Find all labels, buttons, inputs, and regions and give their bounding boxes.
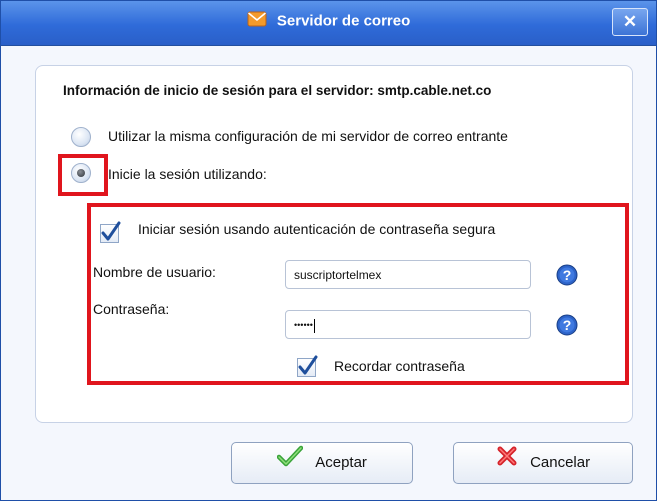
checkmark-icon <box>101 221 121 241</box>
password-field[interactable]: •••••• <box>285 310 531 339</box>
username-field[interactable]: suscriptortelmex <box>285 260 531 289</box>
svg-text:?: ? <box>563 317 572 333</box>
title-wrap: Servidor de correo <box>1 11 656 31</box>
window-title: Servidor de correo <box>276 12 411 30</box>
radio-selected-dot <box>77 169 85 177</box>
checkmark-icon <box>298 355 318 375</box>
password-label: Contraseña: <box>93 301 170 317</box>
dialog-window: Servidor de correo ✕ Información de inic… <box>0 0 657 501</box>
svg-text:?: ? <box>563 267 572 283</box>
secure-auth-text: Iniciar sesión usando autenticación de c… <box>138 221 496 237</box>
server-heading: Información de inicio de sesión para el … <box>63 83 492 98</box>
cross-icon <box>496 443 518 483</box>
secure-auth-label[interactable]: Iniciar sesión usando autenticación de c… <box>138 221 495 237</box>
checkmark-icon <box>276 443 304 483</box>
password-value: •••••• <box>294 320 313 330</box>
remember-password-label[interactable]: Recordar contraseña <box>334 358 465 374</box>
remember-password-checkbox[interactable] <box>297 355 318 377</box>
cancel-button[interactable]: Cancelar <box>453 442 633 484</box>
title-bar[interactable]: Servidor de correo ✕ <box>1 1 656 46</box>
same-config-radio[interactable] <box>71 127 91 147</box>
cancel-label: Cancelar <box>530 454 591 472</box>
password-help-icon[interactable]: ? <box>556 314 578 336</box>
accept-label: Aceptar <box>315 454 367 472</box>
login-using-radio[interactable] <box>71 163 91 183</box>
accept-button[interactable]: Aceptar <box>231 442 413 484</box>
same-config-label[interactable]: Utilizar la misma configuración de mi se… <box>108 128 508 144</box>
close-button[interactable]: ✕ <box>612 8 648 36</box>
secure-auth-checkbox[interactable] <box>100 221 121 243</box>
envelope-icon <box>247 11 267 31</box>
username-help-icon[interactable]: ? <box>556 264 578 286</box>
username-label: Nombre de usuario: <box>93 264 216 280</box>
login-using-label[interactable]: Inicie la sesión utilizando: <box>108 166 267 182</box>
text-caret <box>313 318 315 333</box>
